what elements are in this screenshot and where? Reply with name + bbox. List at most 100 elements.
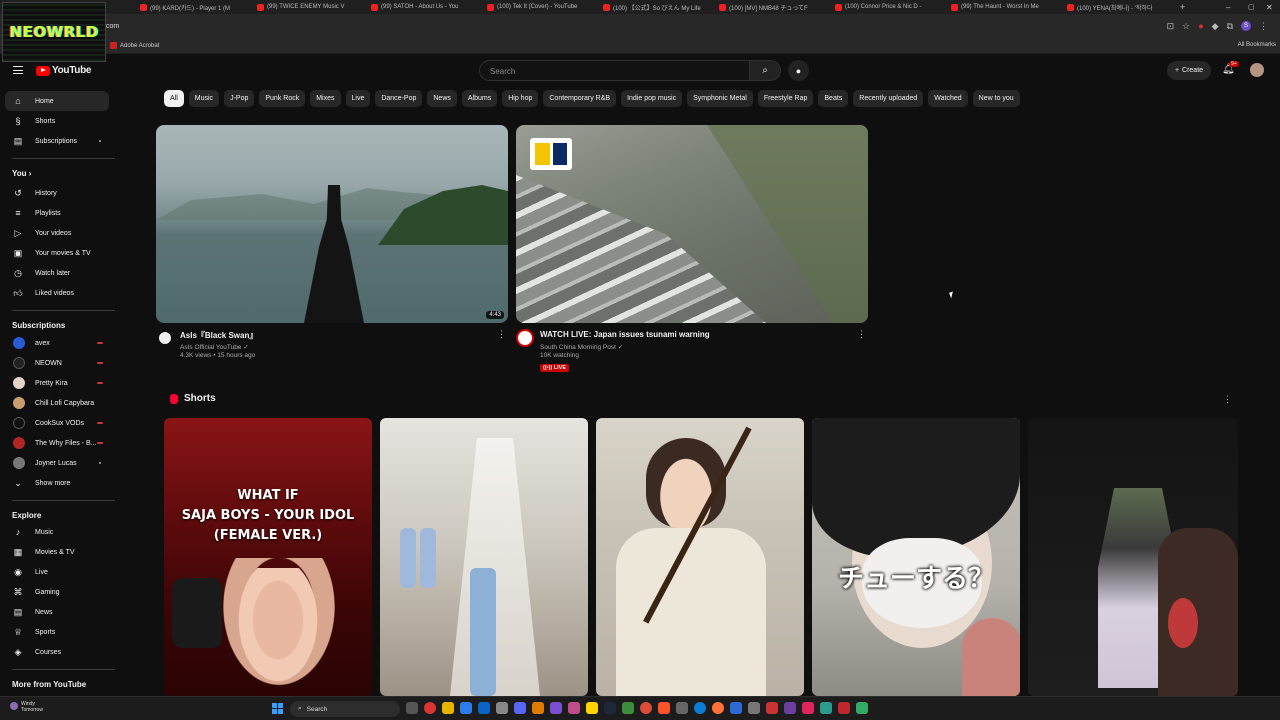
- menu-icon[interactable]: [13, 66, 23, 74]
- sidebar-subscription[interactable]: Pretty Kira: [5, 373, 109, 393]
- app-icon[interactable]: [730, 702, 742, 714]
- maximize-button[interactable]: ▢: [1248, 2, 1258, 12]
- short-card[interactable]: WHAT IF SAJA BOYS - YOUR IDOL (FEMALE VE…: [164, 418, 372, 696]
- more-options-icon[interactable]: ⋮: [857, 329, 866, 340]
- app-icon[interactable]: [532, 702, 544, 714]
- chip[interactable]: Freestyle Rap: [757, 90, 814, 107]
- sidebar-item-your-videos[interactable]: ▷ Your videos: [5, 223, 109, 243]
- create-button[interactable]: + Create: [1167, 61, 1211, 80]
- bookmark-star-icon[interactable]: ☆: [1182, 21, 1190, 32]
- task-view-icon[interactable]: [406, 702, 418, 714]
- chip[interactable]: J-Pop: [224, 90, 255, 107]
- app-icon[interactable]: [748, 702, 760, 714]
- more-options-icon[interactable]: ⋮: [1223, 394, 1232, 405]
- sidebar-item-sports[interactable]: ♕ Sports: [5, 622, 109, 642]
- browser-tab[interactable]: (99) SATOH - About Us - You: [371, 2, 483, 12]
- new-tab-button[interactable]: +: [1180, 2, 1190, 12]
- chrome-icon[interactable]: [640, 702, 652, 714]
- weather-widget[interactable]: Windy Tomorrow: [10, 701, 43, 713]
- app-icon[interactable]: [496, 702, 508, 714]
- menu-icon[interactable]: ⋮: [1259, 21, 1268, 32]
- sidebar-item-subscriptions[interactable]: ▤ Subscriptions: [5, 131, 109, 151]
- sidebar-item-movies[interactable]: ▦ Movies & TV: [5, 542, 109, 562]
- chip[interactable]: Hip hop: [502, 90, 539, 107]
- browser-tab[interactable]: (100) [MV] NMB48 チュってF: [719, 2, 831, 12]
- chip[interactable]: Punk Rock: [259, 90, 306, 107]
- url-field[interactable]: com: [106, 23, 119, 30]
- app-icon[interactable]: [784, 702, 796, 714]
- chip[interactable]: Watched: [928, 90, 968, 107]
- browser-tab[interactable]: (99) The Haunt - Worst In Me: [951, 2, 1063, 12]
- short-card[interactable]: [380, 418, 588, 696]
- browser-tab[interactable]: (100) YENA(최예나) - '착하다: [1067, 2, 1173, 12]
- app-icon[interactable]: [838, 702, 850, 714]
- app-icon[interactable]: [424, 702, 436, 714]
- file-explorer-icon[interactable]: [442, 702, 454, 714]
- browser-tab[interactable]: (99) TWICE ENEMY Music V: [257, 2, 369, 12]
- browser-tab[interactable]: (100) Tek It (Cover) - YouTube: [487, 2, 599, 12]
- profile-avatar[interactable]: S: [1241, 21, 1251, 31]
- sidebar-subscription[interactable]: NEOWN: [5, 353, 109, 373]
- app-icon[interactable]: [586, 702, 598, 714]
- sidebar-item-shorts[interactable]: § Shorts: [5, 111, 109, 131]
- chip[interactable]: News: [427, 90, 457, 107]
- chip[interactable]: Albums: [461, 90, 498, 107]
- sidebar-item-courses[interactable]: ◈ Courses: [5, 642, 109, 662]
- app-icon[interactable]: [856, 702, 868, 714]
- taskbar-search[interactable]: ⌕ Search: [290, 701, 400, 717]
- extension-icon[interactable]: ●: [1198, 21, 1203, 32]
- short-card[interactable]: [596, 418, 804, 696]
- search-button[interactable]: ⌕: [749, 60, 781, 81]
- extension-icon[interactable]: ◆: [1212, 21, 1219, 32]
- app-icon[interactable]: [550, 702, 562, 714]
- firefox-icon[interactable]: [712, 702, 724, 714]
- chip[interactable]: Indie pop music: [621, 90, 683, 107]
- chip[interactable]: Live: [345, 90, 371, 107]
- channel-name[interactable]: South China Morning Post ✓: [540, 343, 623, 351]
- sidebar-item-gaming[interactable]: ⌘ Gaming: [5, 582, 109, 602]
- start-button[interactable]: [272, 703, 283, 714]
- chip[interactable]: Music: [188, 90, 220, 107]
- short-card[interactable]: [1028, 418, 1238, 696]
- sidebar-item-music[interactable]: ♪ Music: [5, 522, 109, 542]
- edge-icon[interactable]: [694, 702, 706, 714]
- sidebar-item-news[interactable]: ▤ News: [5, 602, 109, 622]
- channel-name[interactable]: AsIs Official YouTube ✓: [180, 343, 249, 351]
- sidebar-subscription[interactable]: Joyner Lucas: [5, 453, 109, 473]
- video-thumbnail[interactable]: 4:43: [156, 125, 508, 323]
- app-icon[interactable]: [676, 702, 688, 714]
- channel-avatar[interactable]: [516, 329, 534, 347]
- sidebar-item-history[interactable]: ↺ History: [5, 183, 109, 203]
- puzzle-icon[interactable]: ⧉: [1227, 21, 1233, 32]
- video-title[interactable]: AsIs『Black Swan』: [180, 330, 257, 341]
- minimize-button[interactable]: –: [1226, 2, 1236, 12]
- sidebar-subscription[interactable]: avex: [5, 333, 109, 353]
- sidebar-subscription[interactable]: Chill Lofi Capybara: [5, 393, 109, 413]
- sidebar-you-header[interactable]: You ›: [12, 169, 31, 178]
- chip[interactable]: Beats: [818, 90, 849, 107]
- more-options-icon[interactable]: ⋮: [497, 329, 506, 340]
- sidebar-item-home[interactable]: ⌂ Home: [5, 91, 109, 111]
- bookmark-item[interactable]: Adobe Acrobat: [110, 42, 159, 49]
- search-input[interactable]: Search: [479, 60, 750, 81]
- video-title[interactable]: WATCH LIVE: Japan issues tsunami warning: [540, 330, 710, 339]
- sidebar-item-watch-later[interactable]: ◷ Watch later: [5, 263, 109, 283]
- close-window-button[interactable]: ✕: [1266, 2, 1276, 12]
- steam-icon[interactable]: [604, 702, 616, 714]
- video-thumbnail[interactable]: [516, 125, 868, 323]
- sidebar-item-live[interactable]: ◉ Live: [5, 562, 109, 582]
- chip[interactable]: Dance-Pop: [375, 90, 423, 107]
- short-card[interactable]: チューする？: [812, 418, 1020, 696]
- chip[interactable]: New to you: [972, 90, 1020, 107]
- app-icon[interactable]: [622, 702, 634, 714]
- browser-tab[interactable]: (99) KARD(카드) - Player 1 (M: [140, 2, 252, 12]
- sidebar-subscription[interactable]: CookSux VODs: [5, 413, 109, 433]
- sidebar-item-movies-tv[interactable]: ▣ Your movies & TV: [5, 243, 109, 263]
- browser-tab[interactable]: (100) Connor Price & Nic D -: [835, 2, 947, 12]
- install-icon[interactable]: ⊡: [1167, 21, 1175, 32]
- channel-avatar[interactable]: [156, 329, 174, 347]
- chip[interactable]: Mixes: [310, 90, 341, 107]
- outlook-icon[interactable]: [478, 702, 490, 714]
- app-icon[interactable]: [820, 702, 832, 714]
- voice-search-button[interactable]: ●: [788, 60, 809, 81]
